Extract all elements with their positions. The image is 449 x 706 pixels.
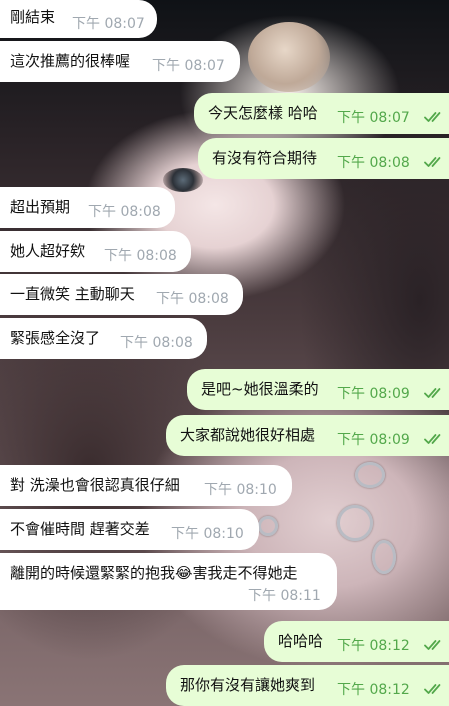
message-time: 下午 08:08: [337, 155, 410, 171]
message-text: 不會催時間 趕著交差: [10, 520, 150, 538]
message-bubble-outgoing[interactable]: 有沒有符合期待 下午 08:08: [198, 138, 449, 179]
message-bubble-outgoing[interactable]: 那你有沒有讓她爽到 下午 08:12: [166, 665, 449, 706]
message-bubble-outgoing[interactable]: 哈哈哈 下午 08:12: [264, 621, 449, 662]
wallpaper-ring: [372, 540, 396, 574]
message-time: 下午 08:11: [248, 588, 321, 604]
message-text: 離開的時候還緊緊的抱我😂害我走不得她走: [10, 564, 298, 582]
read-double-check-icon: [424, 434, 441, 444]
message-text: 對 洗澡也會很認真很仔細: [10, 476, 180, 494]
message-time: 下午 08:10: [171, 526, 244, 542]
message-bubble-incoming[interactable]: 對 洗澡也會很認真很仔細 下午 08:10: [0, 465, 292, 506]
read-double-check-icon: [424, 640, 441, 650]
message-text: 這次推薦的很棒喔: [10, 52, 131, 70]
wallpaper-ring: [258, 516, 278, 536]
message-time: 下午 08:08: [156, 291, 229, 307]
message-bubble-incoming[interactable]: 她人超好欸 下午 08:08: [0, 231, 191, 272]
message-text: 大家都說她很好相處: [180, 426, 316, 444]
message-time: 下午 08:07: [152, 58, 225, 74]
wallpaper-ring: [355, 462, 385, 488]
message-bubble-incoming[interactable]: 剛結束 下午 08:07: [0, 0, 157, 38]
message-bubble-outgoing[interactable]: 大家都說她很好相處 下午 08:09: [166, 415, 449, 456]
read-double-check-icon: [424, 112, 441, 122]
message-time: 下午 08:08: [88, 204, 161, 220]
message-text: 一直微笑 主動聊天: [10, 285, 135, 303]
message-time: 下午 08:09: [337, 432, 410, 448]
message-bubble-incoming[interactable]: 緊張感全沒了 下午 08:08: [0, 318, 207, 359]
message-time: 下午 08:08: [104, 248, 177, 264]
message-time: 下午 08:07: [337, 110, 410, 126]
wallpaper-hair-bun: [248, 22, 330, 92]
message-text: 是吧~她很溫柔的: [201, 380, 319, 398]
message-time: 下午 08:10: [204, 482, 277, 498]
message-time: 下午 08:12: [337, 682, 410, 698]
message-bubble-incoming[interactable]: 不會催時間 趕著交差 下午 08:10: [0, 509, 259, 550]
message-bubble-incoming[interactable]: 離開的時候還緊緊的抱我😂害我走不得她走 下午 08:11: [0, 553, 337, 610]
message-bubble-incoming[interactable]: 一直微笑 主動聊天 下午 08:08: [0, 274, 243, 315]
message-bubble-outgoing[interactable]: 是吧~她很溫柔的 下午 08:09: [187, 369, 449, 410]
read-double-check-icon: [424, 684, 441, 694]
message-time: 下午 08:07: [72, 16, 145, 32]
message-text: 剛結束: [10, 8, 56, 26]
message-bubble-outgoing[interactable]: 今天怎麼樣 哈哈 下午 08:07: [194, 93, 449, 134]
read-double-check-icon: [424, 388, 441, 398]
message-time: 下午 08:09: [337, 386, 410, 402]
message-text: 那你有沒有讓她爽到: [180, 676, 316, 694]
message-bubble-incoming[interactable]: 超出預期 下午 08:08: [0, 187, 175, 228]
message-text: 超出預期: [10, 198, 71, 216]
message-text: 有沒有符合期待: [212, 149, 318, 167]
message-bubble-incoming[interactable]: 這次推薦的很棒喔 下午 08:07: [0, 41, 240, 82]
wallpaper-ring: [337, 505, 373, 541]
message-text: 緊張感全沒了: [10, 329, 101, 347]
message-text: 她人超好欸: [10, 242, 86, 260]
wallpaper-eye: [163, 168, 203, 192]
message-text: 哈哈哈: [278, 632, 324, 650]
message-time: 下午 08:08: [120, 335, 193, 351]
message-time: 下午 08:12: [337, 638, 410, 654]
message-text: 今天怎麼樣 哈哈: [208, 104, 318, 122]
read-double-check-icon: [424, 157, 441, 167]
